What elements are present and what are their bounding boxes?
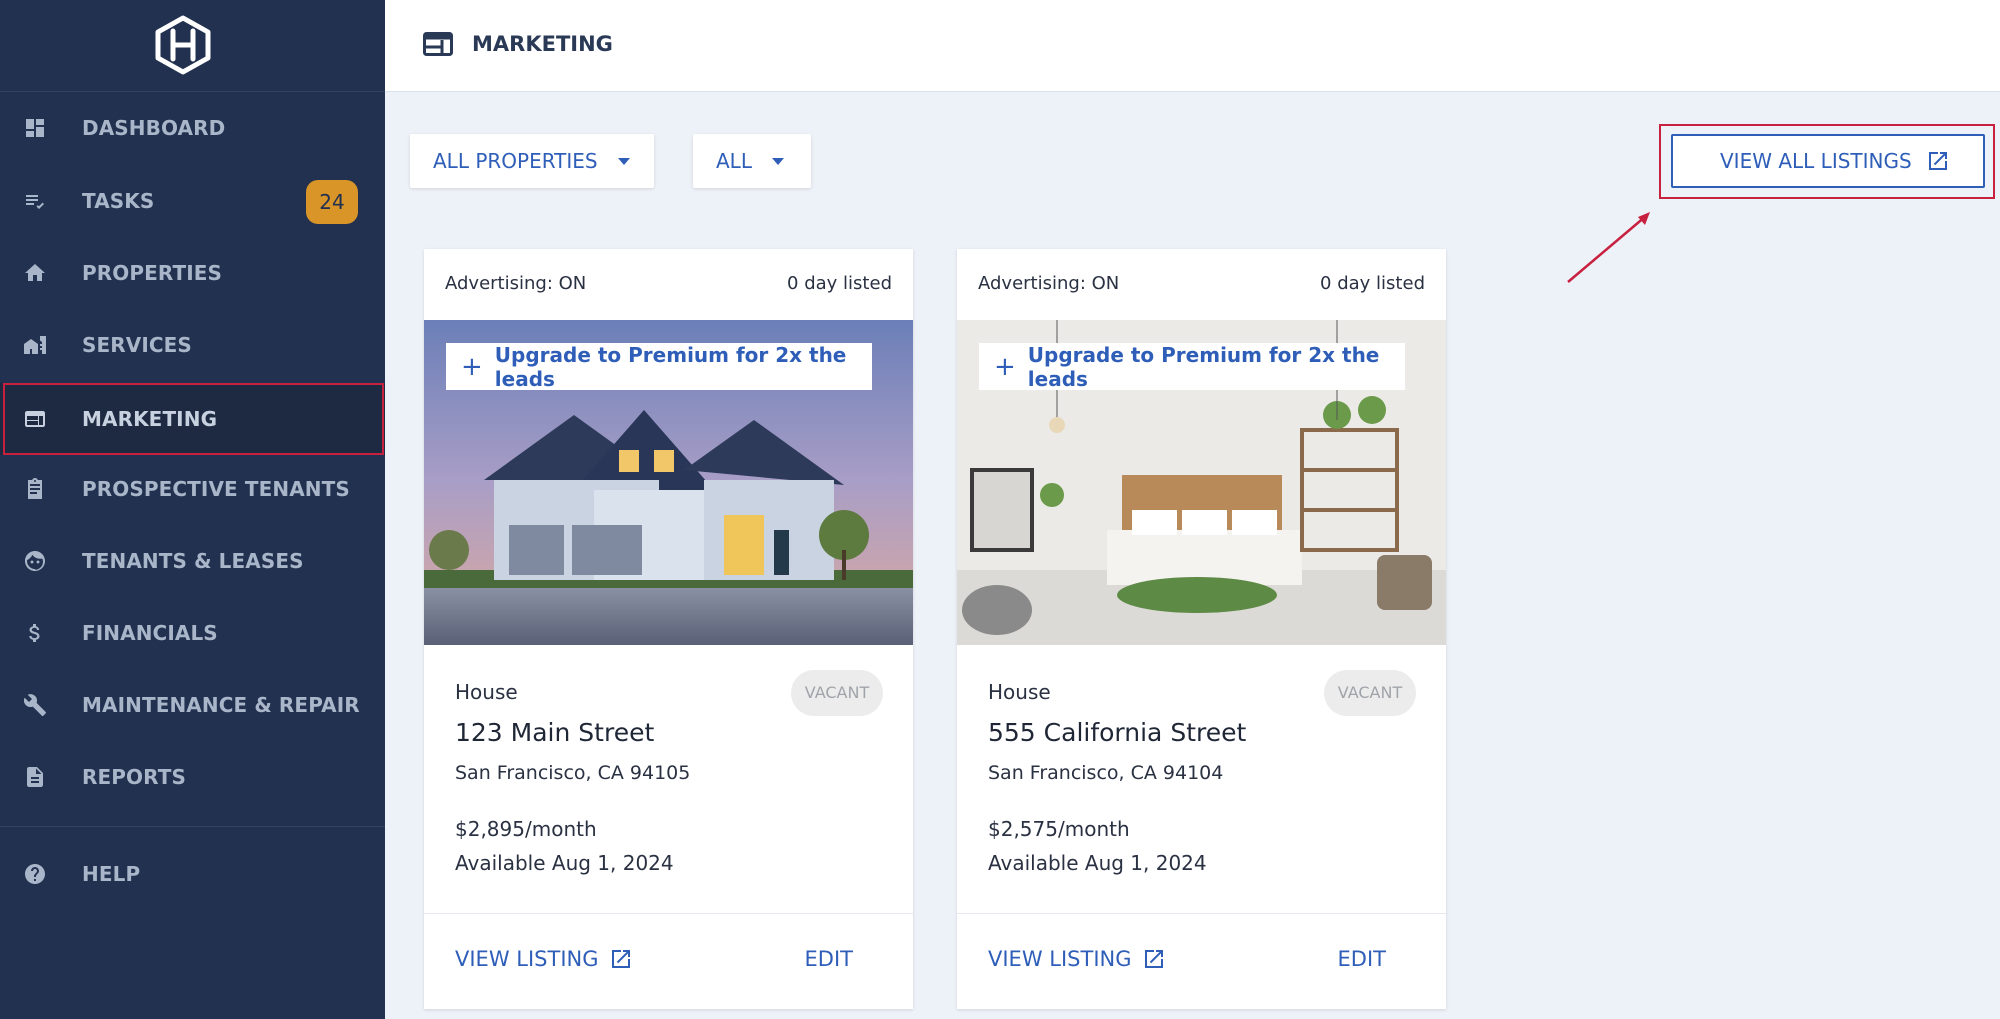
- property-address: 555 California Street: [988, 718, 1247, 747]
- rent-price: $2,575/month: [988, 817, 1130, 841]
- property-type: House: [455, 680, 518, 704]
- sidebar-item-dashboard[interactable]: DASHBOARD: [0, 92, 385, 164]
- advertising-status: Advertising: ON: [978, 273, 1120, 294]
- sidebar-item-label: MAINTENANCE & REPAIR: [82, 693, 360, 717]
- card-header: Advertising: ON 0 day listed: [957, 249, 1446, 320]
- card-header: Advertising: ON 0 day listed: [424, 249, 913, 320]
- caret-down-icon: [617, 157, 630, 165]
- rent-price: $2,895/month: [455, 817, 597, 841]
- external-link-icon: [1144, 950, 1163, 968]
- view-all-listings-button[interactable]: VIEW ALL LISTINGS: [1671, 134, 1985, 188]
- sidebar-item-maintenance-repair[interactable]: MAINTENANCE & REPAIR: [0, 669, 385, 741]
- upgrade-premium-button[interactable]: + Upgrade to Premium for 2x the leads: [979, 342, 1405, 391]
- view-listing-label: VIEW LISTING: [455, 947, 599, 971]
- tasks-count-badge: 24: [306, 180, 358, 224]
- help-icon: [25, 864, 45, 884]
- sidebar-item-services[interactable]: SERVICES: [0, 309, 385, 381]
- sidebar-item-label: REPORTS: [82, 765, 186, 789]
- home-icon: [25, 264, 45, 281]
- sidebar-item-reports[interactable]: REPORTS: [0, 741, 385, 813]
- property-filter-dropdown[interactable]: ALL PROPERTIES: [410, 134, 654, 188]
- property-type: House: [988, 680, 1051, 704]
- property-filter-value: ALL PROPERTIES: [433, 149, 598, 173]
- view-listing-link[interactable]: VIEW LISTING: [455, 947, 633, 971]
- availability-date: Available Aug 1, 2024: [988, 851, 1207, 875]
- sidebar-item-financials[interactable]: FINANCIALS: [0, 597, 385, 669]
- property-city: San Francisco, CA 94105: [455, 762, 691, 784]
- days-listed: 0 day listed: [787, 273, 892, 294]
- view-listing-link[interactable]: VIEW LISTING: [988, 947, 1166, 971]
- edit-listing-link[interactable]: EDIT: [1338, 947, 1386, 971]
- status-badge: VACANT: [791, 670, 883, 716]
- view-listing-label: VIEW LISTING: [988, 947, 1132, 971]
- listing-card: Advertising: ON 0 day listed + Upgrade t…: [957, 249, 1446, 1009]
- sidebar-item-label: PROPERTIES: [82, 261, 223, 285]
- upgrade-premium-button[interactable]: + Upgrade to Premium for 2x the leads: [446, 342, 872, 391]
- dashboard-icon: [26, 119, 44, 137]
- divider: [0, 826, 385, 827]
- sidebar-item-label: SERVICES: [82, 333, 192, 357]
- upgrade-label: Upgrade to Premium for 2x the leads: [494, 342, 847, 391]
- highlight-box: [3, 383, 384, 455]
- days-listed: 0 day listed: [1320, 273, 1425, 294]
- sidebar-item-properties[interactable]: PROPERTIES: [0, 237, 385, 309]
- sidebar-item-help[interactable]: HELP: [0, 838, 385, 910]
- sidebar-item-prospective-tenants[interactable]: PROSPECTIVE TENANTS: [0, 453, 385, 525]
- wrench-icon: [23, 694, 46, 716]
- listing-card: Advertising: ON 0 day listed + Upgrade t…: [424, 249, 913, 1009]
- property-photo: + Upgrade to Premium for 2x the leads: [424, 320, 913, 645]
- divider: [424, 913, 913, 914]
- external-link-icon: [611, 950, 630, 968]
- top-header: MARKETING: [385, 0, 2000, 92]
- divider: [957, 913, 1446, 914]
- sidebar-item-tenants-leases[interactable]: TENANTS & LEASES: [0, 525, 385, 597]
- annotation-arrow: [1567, 212, 1650, 283]
- status-filter-dropdown[interactable]: ALL: [693, 134, 811, 188]
- marketing-icon: [423, 32, 453, 56]
- property-photo: + Upgrade to Premium for 2x the leads: [957, 320, 1446, 645]
- sidebar: DASHBOARD TASKS 24 PROPERTIES SERVICES M…: [0, 0, 385, 1019]
- sidebar-item-label: TASKS: [82, 189, 155, 213]
- property-city: San Francisco, CA 94104: [988, 762, 1224, 784]
- services-icon: [24, 336, 46, 354]
- plus-icon: +: [994, 351, 1016, 382]
- upgrade-label: Upgrade to Premium for 2x the leads: [1027, 342, 1380, 391]
- tasks-icon: [26, 195, 44, 209]
- status-badge: VACANT: [1324, 670, 1416, 716]
- page-title: MARKETING: [472, 32, 613, 56]
- dollar-icon: [29, 624, 40, 642]
- view-all-listings-label: VIEW ALL LISTINGS: [1720, 149, 1912, 173]
- status-filter-value: ALL: [716, 149, 752, 173]
- sidebar-item-label: PROSPECTIVE TENANTS: [82, 477, 350, 501]
- advertising-status: Advertising: ON: [445, 273, 587, 294]
- sidebar-item-label: DASHBOARD: [82, 116, 226, 140]
- clipboard-icon: [28, 478, 42, 499]
- plus-icon: +: [461, 351, 483, 382]
- edit-listing-link[interactable]: EDIT: [805, 947, 853, 971]
- sidebar-item-label: FINANCIALS: [82, 621, 218, 645]
- document-icon: [27, 767, 43, 787]
- face-icon: [25, 551, 45, 571]
- caret-down-icon: [771, 157, 784, 165]
- sidebar-item-label: TENANTS & LEASES: [82, 549, 304, 573]
- external-link-icon: [1928, 152, 1947, 170]
- availability-date: Available Aug 1, 2024: [455, 851, 674, 875]
- logo-icon[interactable]: [151, 15, 215, 75]
- sidebar-item-label: HELP: [82, 862, 141, 886]
- property-address: 123 Main Street: [455, 718, 655, 747]
